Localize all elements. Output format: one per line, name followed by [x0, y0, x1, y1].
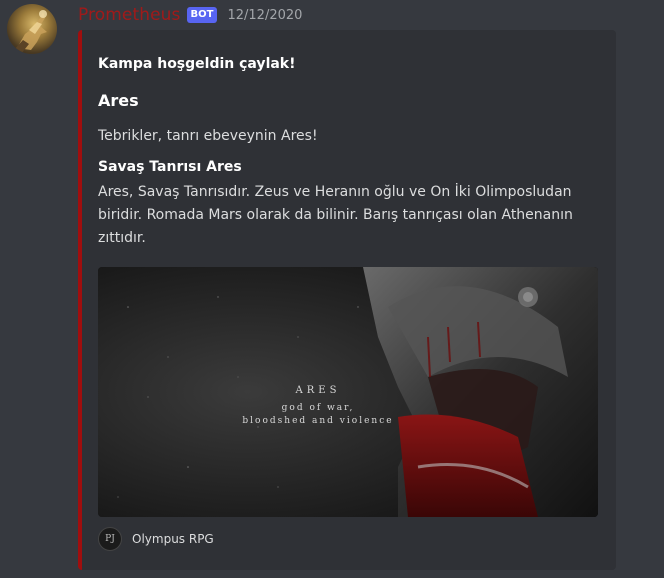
embed-description: Tebrikler, tanrı ebeveynin Ares!	[98, 128, 318, 144]
username[interactable]: Prometheus	[78, 5, 181, 25]
olympus-rpg-icon: PJ	[98, 527, 122, 551]
embed-author: Kampa hoşgeldin çaylak!	[98, 56, 296, 72]
embed-footer: PJ Olympus RPG	[98, 527, 214, 551]
embed-field-name: Savaş Tanrısı Ares	[98, 159, 242, 175]
image-subtitle-line-1: god of war,	[281, 403, 355, 413]
image-caption: ARES god of war, bloodshed and violence	[238, 385, 398, 428]
message-timestamp[interactable]: 12/12/2020	[227, 8, 302, 23]
bot-badge: BOT	[186, 7, 218, 23]
chat-message: Prometheus BOT 12/12/2020 Kampa hoşgeldi…	[0, 0, 664, 578]
user-avatar[interactable]	[7, 4, 57, 54]
footer-text: Olympus RPG	[132, 532, 214, 546]
message-embed: Kampa hoşgeldin çaylak! Ares Tebrikler, …	[78, 30, 616, 570]
embed-image[interactable]: ARES god of war, bloodshed and violence	[98, 267, 598, 517]
embed-field-value: Ares, Savaş Tanrısıdır. Zeus ve Heranın …	[98, 184, 573, 246]
message-header: Prometheus BOT 12/12/2020	[78, 3, 302, 27]
image-subtitle-line-2: bloodshed and violence	[242, 416, 394, 426]
image-title: ARES	[295, 385, 341, 396]
prometheus-avatar-icon	[12, 10, 47, 54]
embed-title: Ares	[98, 91, 139, 110]
